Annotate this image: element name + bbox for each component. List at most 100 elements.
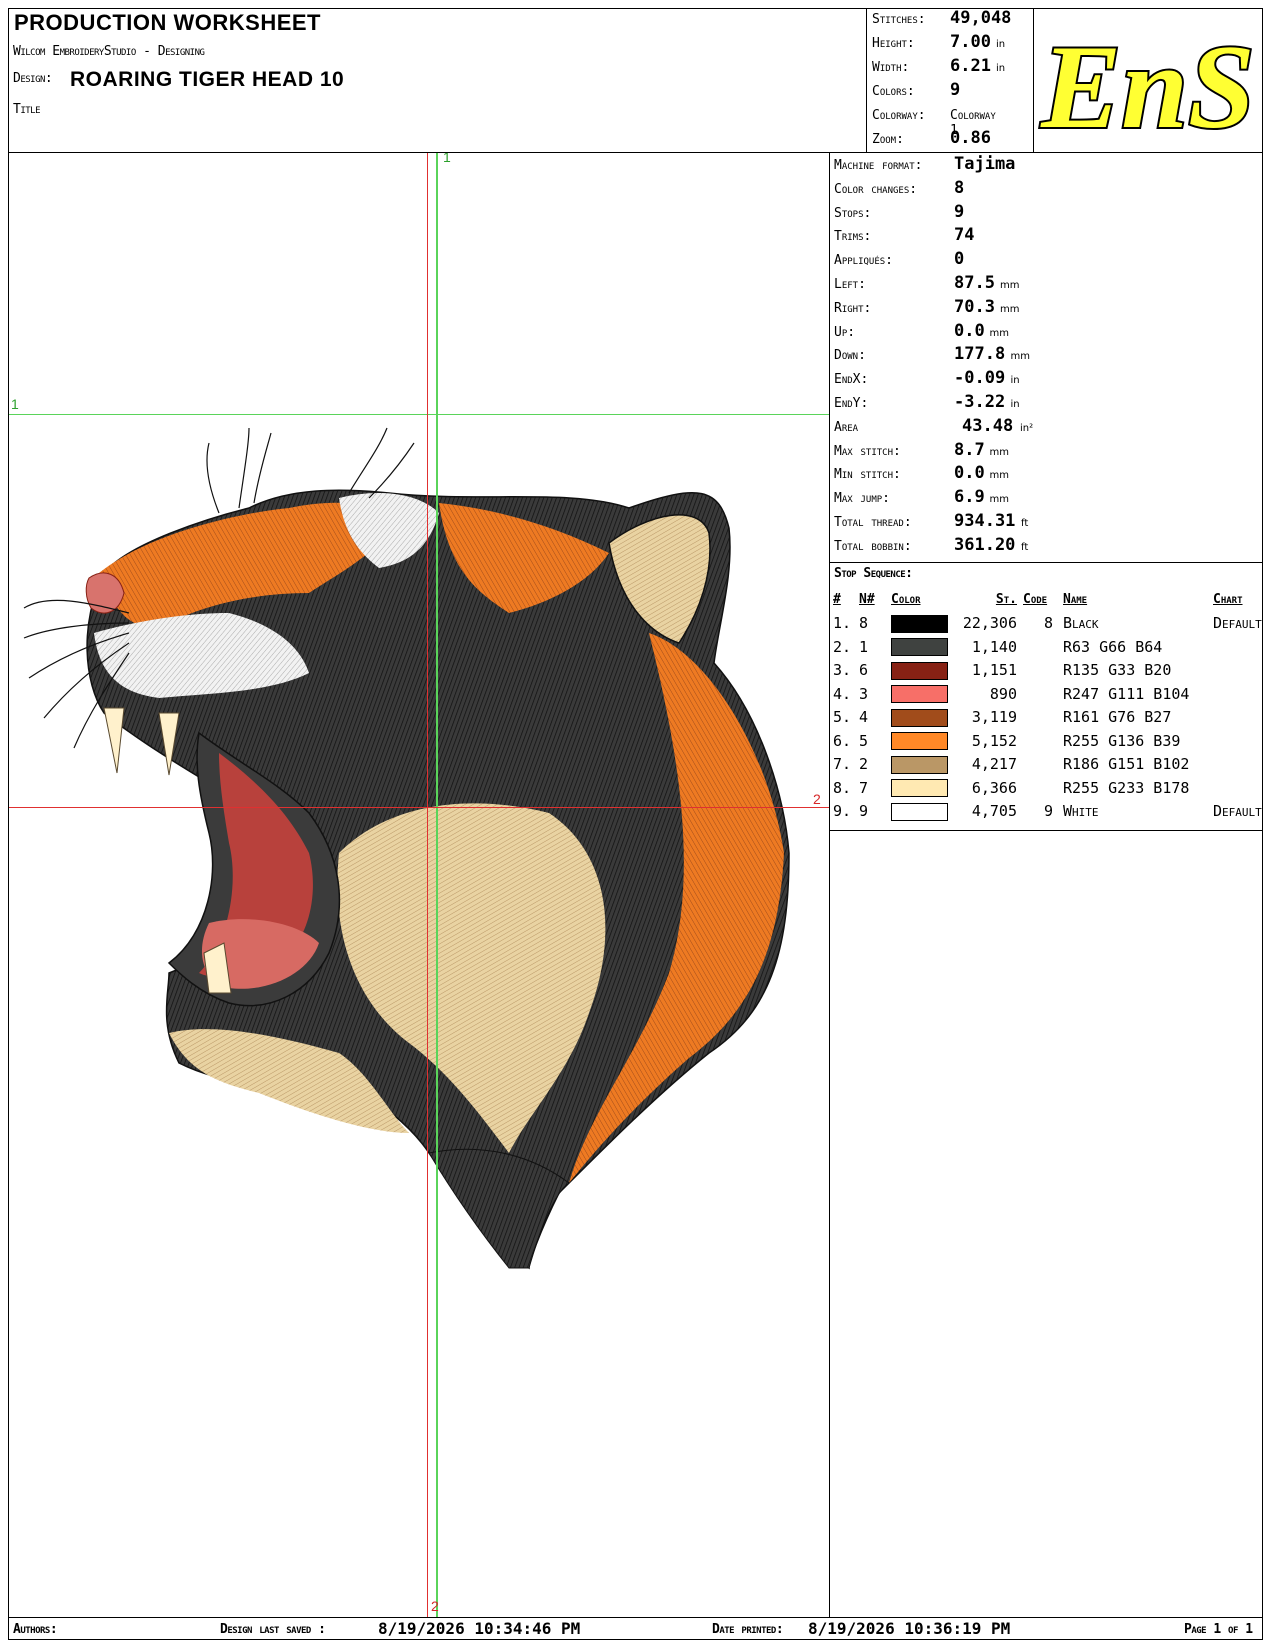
specs-panel: Machine format: Tajima Color changes: 8 Stop… (834, 154, 1254, 560)
saved-label: Design last saved : (220, 1622, 326, 1637)
stop-row: 5. 4 3,119 R161 G76 B27 (833, 706, 1262, 730)
summary-panel: Stitches: 49,048 Height: 7.00 in Width: 6.21… (872, 8, 1032, 152)
stop-chart (1213, 682, 1262, 706)
stops-bottom-divider (829, 830, 1263, 831)
stop-needle: 2 (859, 755, 869, 774)
stop-row: 2. 1 1,140 R63 G66 B64 (833, 635, 1262, 659)
col-color: Color (891, 592, 921, 608)
stop-code (1023, 753, 1063, 777)
spec-value: 43.48 (962, 415, 1014, 436)
logo: EnS (1034, 9, 1262, 155)
specs-divider (829, 562, 1263, 563)
stop-code (1023, 635, 1063, 659)
spec-value: -0.09 (954, 368, 1006, 389)
stop-color-cell (891, 635, 961, 659)
spec-unit: mm (989, 470, 1009, 482)
spec-value: 934.31 (954, 511, 1016, 531)
spec-row: Min stitch: 0.0 mm (834, 463, 1254, 485)
col-name: Name (1063, 592, 1088, 608)
spec-value: 70.3 (954, 296, 995, 317)
spec-unit: in² (1020, 422, 1034, 434)
stop-color-cell (891, 729, 961, 753)
stop-color-cell (891, 659, 961, 683)
spec-value: 9 (954, 201, 965, 222)
summary-value: 9 (950, 80, 961, 100)
title-label: Title (13, 102, 41, 117)
spec-label: Trims: (834, 229, 872, 245)
stop-code (1023, 659, 1063, 683)
spec-label: Max stitch: (834, 443, 901, 459)
spec-value: 87.5 (954, 273, 995, 293)
spec-row: Max jump: 6.9 mm (834, 487, 1254, 509)
stop-chart: Default (1213, 614, 1262, 633)
summary-label: Width: (872, 60, 910, 75)
spec-value: 8.7 (954, 439, 985, 460)
spec-value: 6.9 (954, 487, 985, 508)
stop-code (1023, 682, 1063, 706)
stop-chart (1213, 659, 1262, 683)
stop-num: 6. (833, 731, 852, 750)
stop-name: R255 G233 B178 (1063, 778, 1190, 797)
spec-label: Left: (834, 277, 866, 292)
spec-row: Stops: 9 (834, 202, 1254, 224)
spec-row: Trims: 74 (834, 225, 1254, 247)
footer-divider (8, 1617, 1263, 1618)
spec-label: EndY: (834, 396, 869, 411)
stop-sequence-header: # N# Color St. Code Name Chart (833, 588, 1262, 612)
spec-label: Right: (834, 300, 872, 316)
stop-sequence-table: # N# Color St. Code Name Chart 1. 8 22,306… (833, 588, 1262, 823)
stop-code: 9 (1043, 802, 1053, 821)
summary-left-divider (866, 8, 867, 152)
color-swatch (891, 732, 948, 750)
stop-needle: 3 (859, 684, 869, 703)
stop-color-cell (891, 753, 961, 777)
stop-color-cell (891, 706, 961, 730)
spec-value: -3.22 (954, 392, 1006, 412)
stop-chart: Default (1213, 802, 1262, 821)
spec-unit: mm (989, 494, 1009, 506)
stop-code (1023, 776, 1063, 800)
stop-name: R161 G76 B27 (1063, 708, 1172, 727)
spec-label: Up: (834, 324, 856, 340)
guide-label-v-red: 2 (431, 1598, 439, 1614)
summary-value: 49,048 (950, 8, 1012, 28)
stop-name: R255 G136 B39 (1063, 731, 1181, 750)
guide-label-h-red: 2 (813, 791, 821, 807)
spec-value: 0.0 (954, 320, 985, 341)
spec-value: 0 (954, 249, 965, 270)
spec-label: Total bobbin: (834, 538, 912, 554)
spec-row: Total thread: 934.31 ft (834, 511, 1254, 533)
stop-num: 2. (833, 637, 852, 656)
stop-stitches: 890 (989, 684, 1017, 703)
stop-chart (1213, 729, 1262, 753)
printed-value: 8/19/2026 10:36:19 PM (808, 1619, 1011, 1638)
color-swatch (891, 661, 948, 680)
spec-unit: mm (989, 327, 1009, 339)
stop-name: R63 G66 B64 (1063, 637, 1163, 656)
stop-name: White (1063, 802, 1099, 821)
sidebar-divider (829, 152, 830, 1617)
spec-unit: mm (1010, 351, 1030, 363)
summary-label: Zoom: (872, 132, 904, 147)
stop-num: 3. (833, 661, 852, 680)
stop-color-cell (891, 682, 961, 706)
stop-color-cell (891, 776, 961, 800)
col-chart: Chart (1213, 592, 1243, 608)
stop-stitches: 3,119 (971, 708, 1017, 727)
spec-row: Machine format: Tajima (834, 154, 1254, 176)
stop-needle: 5 (859, 731, 869, 750)
stop-row: 6. 5 5,152 R255 G136 B39 (833, 729, 1262, 753)
color-swatch (891, 779, 948, 797)
stop-chart (1213, 753, 1262, 777)
spec-row: Color changes: 8 (834, 178, 1254, 200)
spec-row: EndY: -3.22 in (834, 392, 1254, 414)
summary-label: Stitches: (872, 12, 926, 27)
guide-label-h-green: 1 (11, 396, 19, 412)
stop-row: 8. 7 6,366 R255 G233 B178 (833, 776, 1262, 800)
stop-name: R247 G111 B104 (1063, 684, 1190, 703)
stop-name: R186 G151 B102 (1063, 755, 1190, 774)
stop-stitches: 4,705 (971, 802, 1017, 821)
design-label: Design: (13, 71, 53, 86)
stop-name: Black (1063, 614, 1099, 633)
stop-stitches: 22,306 (962, 614, 1017, 633)
